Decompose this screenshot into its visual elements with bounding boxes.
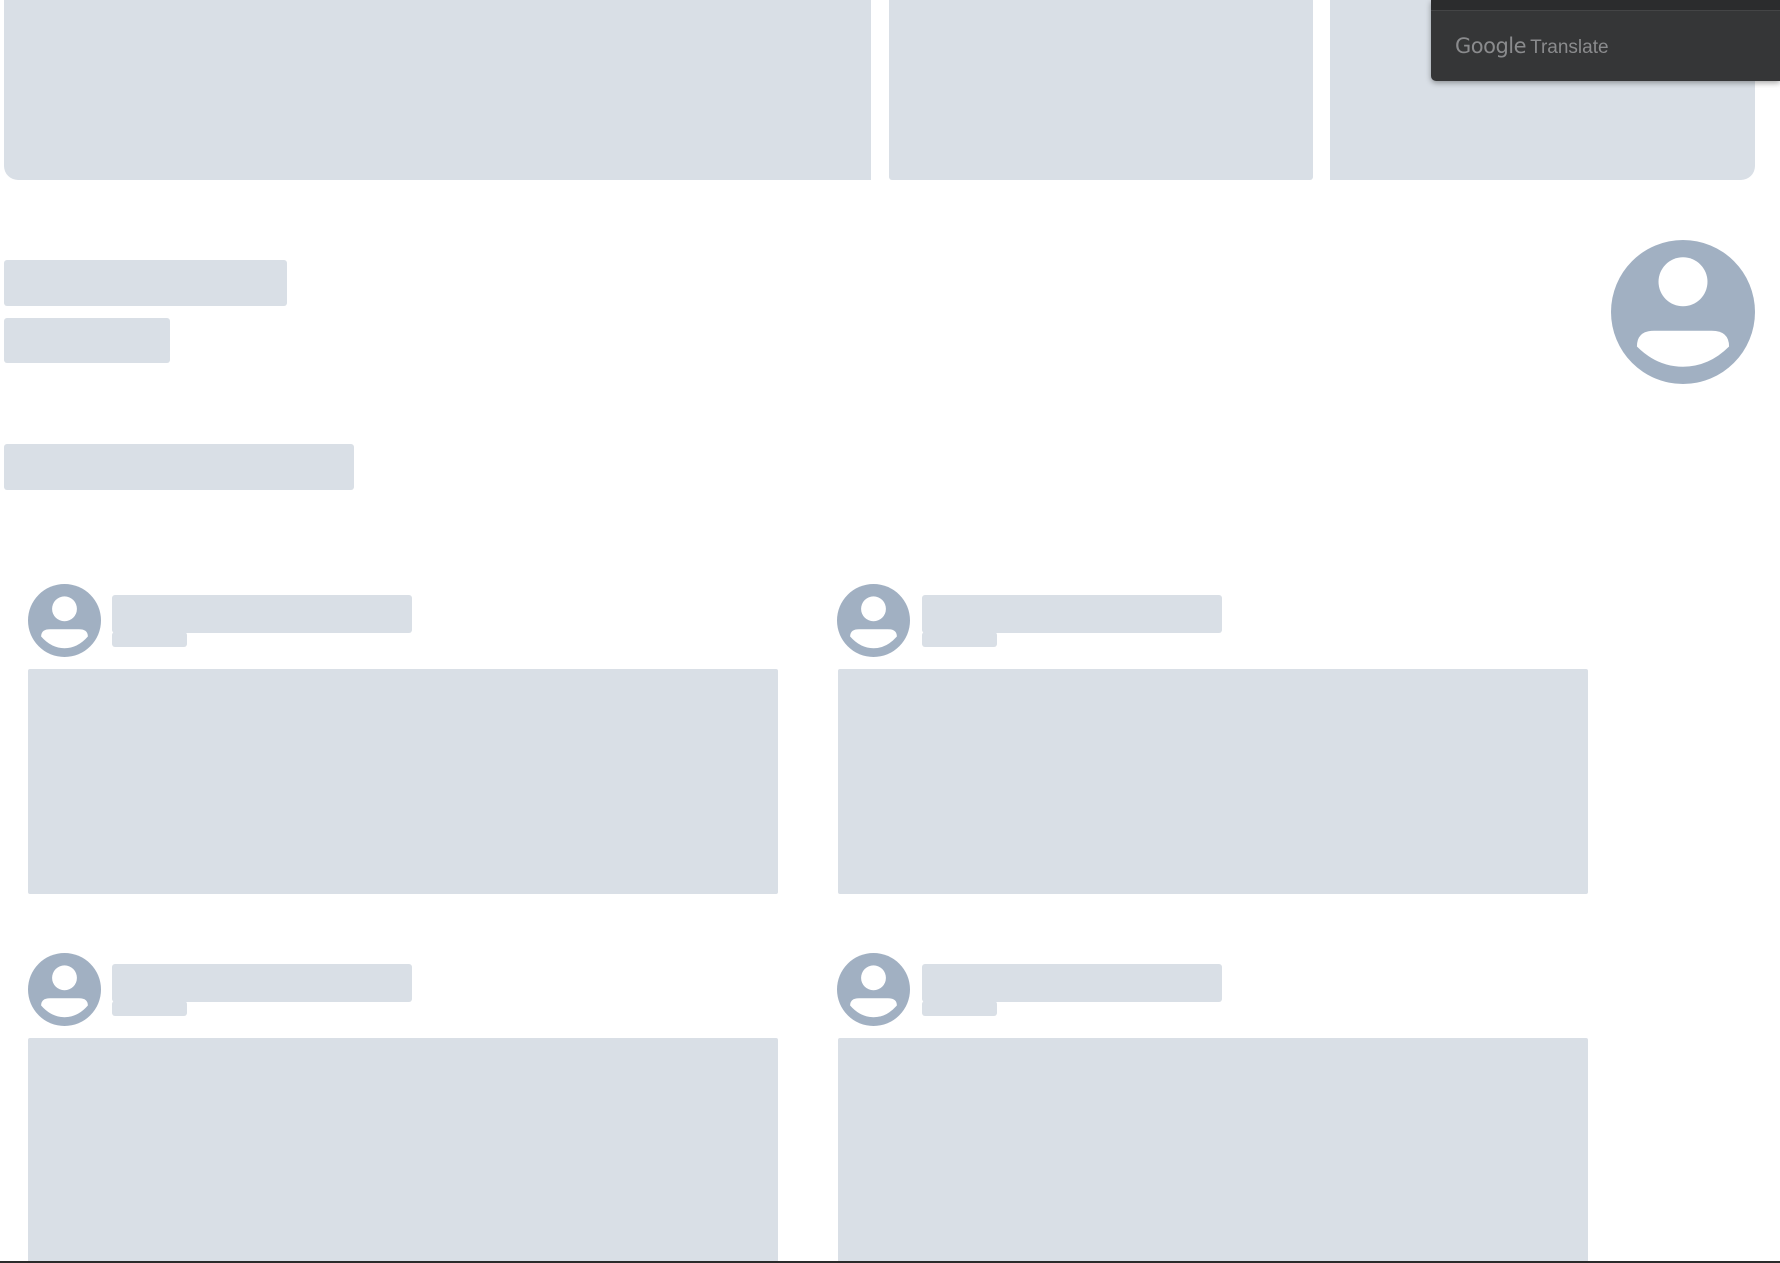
post-author-placeholder	[112, 964, 412, 1002]
section-heading-placeholder	[4, 444, 354, 490]
post-author-placeholder	[922, 595, 1222, 633]
user-avatar-icon	[1636, 257, 1730, 367]
post-author-avatar[interactable]	[28, 953, 101, 1026]
translate-label: Translate	[1530, 37, 1609, 58]
post-meta-placeholder	[922, 1001, 997, 1016]
user-avatar-icon	[850, 965, 897, 1018]
post-author-avatar[interactable]	[28, 584, 101, 657]
post-content-placeholder	[838, 669, 1588, 894]
post-author-avatar[interactable]	[837, 584, 910, 657]
user-avatar-icon	[41, 596, 88, 649]
post-meta-placeholder	[112, 1001, 187, 1016]
post-content-placeholder	[28, 1038, 778, 1263]
post-content-placeholder	[28, 669, 778, 894]
page: Google Translate	[0, 0, 1780, 1263]
post-meta-placeholder	[922, 632, 997, 647]
profile-avatar[interactable]	[1611, 240, 1755, 384]
post-meta-placeholder	[112, 632, 187, 647]
profile-name-placeholder	[4, 260, 287, 306]
cover-image-placeholder	[889, 0, 1313, 180]
cover-image-placeholder	[4, 0, 871, 180]
post-author-placeholder	[112, 595, 412, 633]
translate-popup-header	[1431, 0, 1780, 11]
google-translate-branding[interactable]: Google Translate	[1455, 33, 1609, 61]
google-translate-popup[interactable]: Google Translate	[1431, 0, 1780, 81]
profile-subtitle-placeholder	[4, 318, 170, 363]
post-author-avatar[interactable]	[837, 953, 910, 1026]
user-avatar-icon	[850, 596, 897, 649]
user-avatar-icon	[41, 965, 88, 1018]
google-logo-text: Google	[1455, 34, 1527, 58]
post-author-placeholder	[922, 964, 1222, 1002]
post-content-placeholder	[838, 1038, 1588, 1263]
